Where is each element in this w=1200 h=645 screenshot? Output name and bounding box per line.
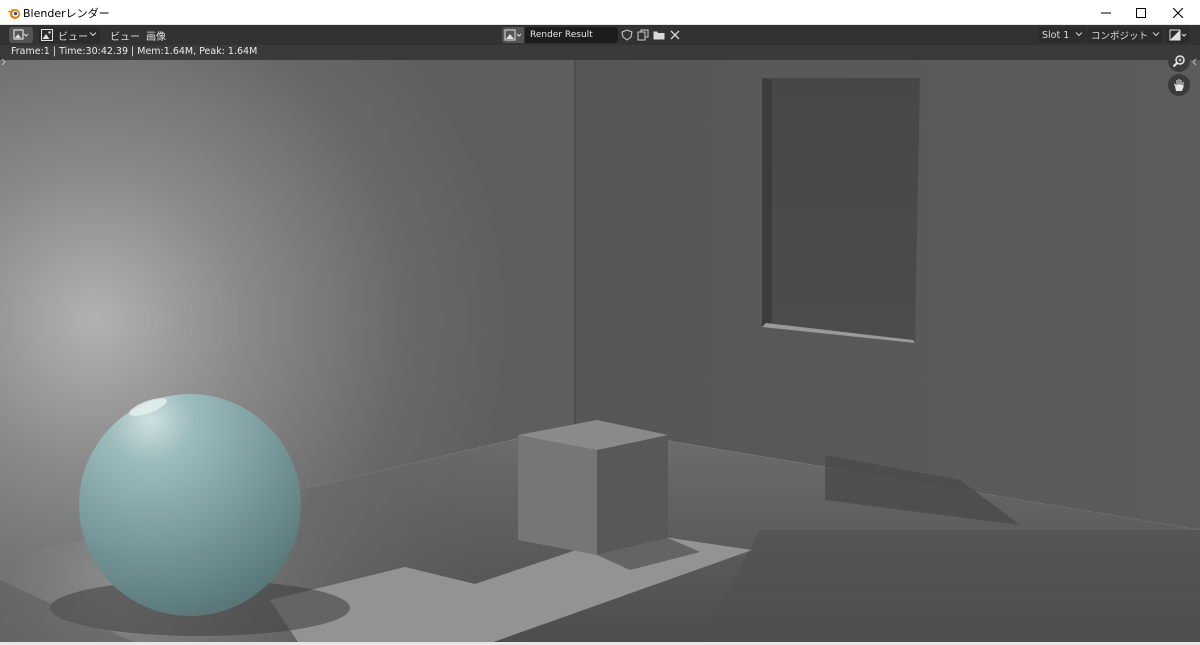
- slot-dropdown[interactable]: Slot 1: [1038, 27, 1086, 43]
- browse-image-button[interactable]: [502, 27, 524, 43]
- layer-dropdown[interactable]: コンポジット: [1087, 27, 1163, 43]
- render-viewport[interactable]: [0, 60, 1200, 645]
- render-stats-bar: Frame:1 | Time:30:42.39 | Mem:1.64M, Pea…: [0, 45, 1200, 60]
- duplicate-image-button[interactable]: [635, 27, 651, 43]
- duplicate-icon: [637, 29, 649, 41]
- display-channels-icon: [1169, 29, 1187, 41]
- close-button[interactable]: [1155, 0, 1200, 25]
- minimize-icon: [1101, 12, 1111, 13]
- display-channels-button[interactable]: [1166, 27, 1190, 43]
- folder-icon: [653, 31, 665, 40]
- chevron-down-icon: [1152, 32, 1160, 37]
- layer-label: コンポジット: [1091, 31, 1149, 42]
- pan-hand-icon: [1174, 79, 1184, 91]
- blender-logo-icon: [8, 8, 20, 19]
- menu-view[interactable]: ビュー: [110, 28, 140, 43]
- render-result-image: [0, 60, 1200, 645]
- unlink-x-icon: [670, 30, 680, 40]
- sidebar-expand-arrow-icon[interactable]: [1191, 58, 1197, 66]
- close-icon: [1173, 7, 1183, 18]
- editor-type-button[interactable]: [9, 27, 33, 43]
- pan-gizmo-button[interactable]: [1168, 74, 1190, 96]
- fake-user-shield-icon: [621, 29, 633, 41]
- window-titlebar: Blenderレンダー: [0, 0, 1200, 25]
- window-title: Blenderレンダー: [23, 7, 110, 20]
- zoom-icon: [1172, 55, 1185, 68]
- slot-label: Slot 1: [1042, 29, 1070, 41]
- chevron-down-icon: [89, 32, 97, 37]
- image-editor-header: ビュー ビュー 画像 Render Result Slot 1 コンポジット: [0, 25, 1200, 45]
- view-mode-icon: [41, 29, 53, 41]
- render-stats-text: Frame:1 | Time:30:42.39 | Mem:1.64M, Pea…: [11, 46, 258, 57]
- image-editor-icon: [13, 29, 29, 40]
- chevron-down-icon: [1075, 32, 1083, 37]
- fake-user-button[interactable]: [619, 27, 635, 43]
- maximize-icon: [1136, 7, 1146, 18]
- unlink-image-button[interactable]: [667, 27, 683, 43]
- view-mode-label: ビュー: [58, 31, 88, 43]
- zoom-gizmo-button[interactable]: [1168, 50, 1190, 72]
- view-mode-dropdown[interactable]: ビュー: [38, 27, 100, 43]
- image-browse-icon: [504, 29, 522, 41]
- image-name-field[interactable]: Render Result: [525, 27, 618, 43]
- open-image-button[interactable]: [651, 27, 667, 43]
- menu-image[interactable]: 画像: [146, 28, 166, 43]
- toolbar-expand-arrow-icon[interactable]: [1, 58, 7, 66]
